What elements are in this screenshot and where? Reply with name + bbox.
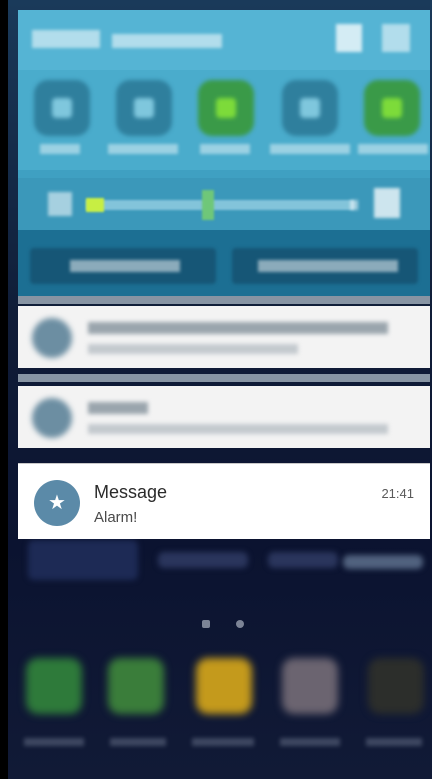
status-header [18,10,430,70]
quick-actions-row [18,230,430,300]
page-dot-icon [236,620,244,628]
rotation-toggle-icon[interactable] [282,80,338,136]
notification-item[interactable] [18,306,430,368]
notification-time: 21:41 [381,486,414,501]
sound-toggle-icon[interactable] [198,80,254,136]
apps-app-icon[interactable] [368,658,424,714]
app-icon [32,318,72,358]
location-toggle-icon[interactable] [116,80,172,136]
phone-screen: ★ Message Alarm! 21:41 [0,0,432,779]
auto-brightness-icon[interactable] [374,188,400,218]
home-page-indicator-icon [202,620,210,628]
internet-app-icon[interactable] [282,658,338,714]
wifi-toggle-icon[interactable] [34,80,90,136]
contacts-app-icon[interactable] [108,658,164,714]
notification-title: Message [94,482,168,502]
brightness-icon [48,192,72,216]
quick-toggle-row [18,70,430,170]
star-icon: ★ [34,480,80,526]
smart-view-button[interactable] [232,248,418,284]
divider [18,296,430,304]
phone-app-icon[interactable] [26,658,82,714]
bluetooth-toggle-icon[interactable] [364,80,420,136]
messages-app-icon[interactable] [196,658,252,714]
notification-body: Alarm! [94,509,138,526]
quick-connect-button[interactable] [30,248,216,284]
message-notification[interactable]: ★ Message Alarm! 21:41 [18,463,430,539]
app-icon [32,398,72,438]
notification-item[interactable] [18,386,430,448]
brightness-control[interactable] [18,178,430,230]
brightness-slider[interactable] [86,200,354,210]
quick-settings-panel [18,10,430,300]
divider [18,374,430,382]
